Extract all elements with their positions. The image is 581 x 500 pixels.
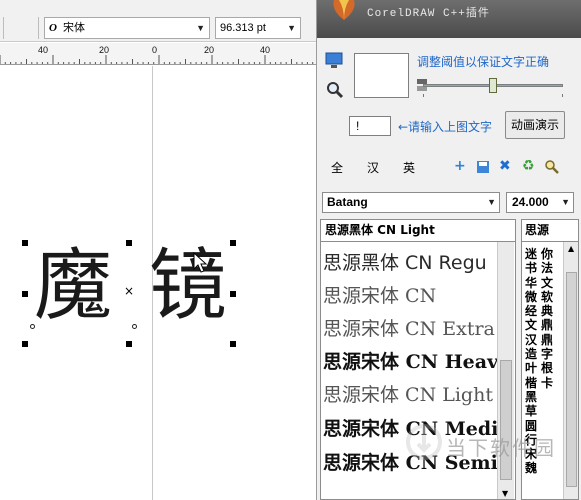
charset-scrollbar[interactable]: ▲ (563, 242, 578, 499)
property-bar: O 宋体 ▼ 96.313 pt ▼ (0, 0, 316, 42)
threshold-slider[interactable] (423, 75, 563, 97)
slider-thumb[interactable] (489, 78, 497, 93)
selection-handle[interactable] (126, 240, 132, 246)
ruler-label: 40 (38, 45, 49, 55)
magnifier-icon[interactable] (325, 80, 345, 100)
node-marker (132, 324, 137, 329)
char-input-field[interactable]: ! (349, 116, 391, 136)
scrollbar-thumb[interactable] (566, 272, 577, 487)
save-icon[interactable] (476, 160, 490, 174)
selection-handle[interactable] (22, 341, 28, 347)
search-icon[interactable] (544, 159, 560, 175)
font-name-combo[interactable]: O 宋体 ▼ (44, 17, 210, 39)
font-select-value: Batang (327, 195, 368, 209)
toolbar-separator (38, 17, 39, 39)
demo-button[interactable]: 动画演示 (505, 111, 565, 139)
watermark-logo-icon (406, 424, 442, 460)
charset-selected[interactable]: 思源 (522, 220, 578, 242)
filter-all[interactable]: 全 (331, 159, 343, 176)
center-marker-icon: × (124, 284, 135, 298)
selection-handle[interactable] (230, 240, 236, 246)
font-list-item[interactable]: 思源黑体 CN Regu (323, 248, 487, 281)
input-hint: ←请输入上图文字 (398, 120, 493, 134)
plugin-panel: CorelDRAW C++插件 调整阈值以保证文字正确 ! ←请输入上图文字 动… (316, 0, 581, 500)
selection-handle[interactable] (230, 341, 236, 347)
scroll-down-icon[interactable]: ▼ (502, 489, 508, 498)
chevron-down-icon[interactable]: ▼ (561, 193, 570, 212)
ruler-label: 40 (260, 45, 271, 55)
add-icon[interactable]: + (454, 158, 466, 174)
chevron-down-icon[interactable]: ▼ (196, 18, 205, 38)
chevron-down-icon[interactable]: ▼ (287, 18, 296, 38)
balloon-logo-icon (333, 0, 355, 20)
toolbar-separator (3, 17, 4, 39)
size-select[interactable]: 24.000 ▼ (506, 192, 574, 213)
font-select[interactable]: Batang ▼ (322, 192, 500, 213)
font-list-item[interactable]: 思源宋体 CN Heav (323, 347, 498, 380)
chevron-down-icon[interactable]: ▼ (487, 193, 496, 212)
selection-handle[interactable] (230, 291, 236, 297)
coreldraw-workspace: O 宋体 ▼ 96.313 pt ▼ 40 20 0 20 40 魔 镜 × (0, 0, 316, 500)
scroll-up-icon[interactable]: ▲ (568, 244, 574, 253)
screen-capture-icon[interactable] (325, 52, 345, 70)
node-marker (30, 324, 35, 329)
plugin-banner: CorelDRAW C++插件 (317, 0, 581, 38)
charset-column[interactable]: 你法文软典鼎鼎字根卡 (541, 247, 555, 390)
font-list-item[interactable]: 思源宋体 CN Extra (323, 314, 495, 347)
selection-handle[interactable] (22, 291, 28, 297)
ruler-label: 0 (152, 45, 158, 55)
slider-ticks (423, 94, 563, 97)
ruler-label: 20 (99, 45, 110, 55)
filter-chinese[interactable]: 汉 (367, 159, 379, 176)
filter-english[interactable]: 英 (403, 159, 415, 176)
font-list-selected[interactable]: 思源黑体 CN Light (321, 220, 515, 242)
opentype-font-icon: O (49, 22, 57, 34)
scrollbar-thumb[interactable] (500, 360, 512, 480)
delete-icon[interactable]: ✖ (499, 158, 511, 174)
font-list-item[interactable]: 思源宋体 CN Light (323, 380, 493, 413)
font-list-scrollbar[interactable]: ▼ (497, 242, 514, 499)
threshold-label: 调整阈值以保证文字正确 (417, 55, 550, 69)
ruler-label: 20 (204, 45, 215, 55)
font-size-value: 96.313 pt (220, 22, 266, 34)
font-list-item[interactable]: 思源宋体 CN (323, 281, 436, 314)
mouse-cursor-icon (193, 252, 208, 273)
text-preview-box (354, 53, 409, 98)
watermark-text: 当下软件园 (446, 436, 556, 460)
font-name-value: 宋体 (62, 22, 85, 34)
font-size-combo[interactable]: 96.313 pt ▼ (215, 17, 301, 39)
size-select-value: 24.000 (512, 195, 549, 209)
horizontal-ruler[interactable]: 40 20 0 20 40 (0, 43, 316, 65)
selection-handle[interactable] (22, 240, 28, 246)
banner-title: CorelDRAW C++插件 (367, 8, 490, 20)
selection-handle[interactable] (126, 341, 132, 347)
refresh-icon[interactable]: ♻ (522, 158, 535, 174)
